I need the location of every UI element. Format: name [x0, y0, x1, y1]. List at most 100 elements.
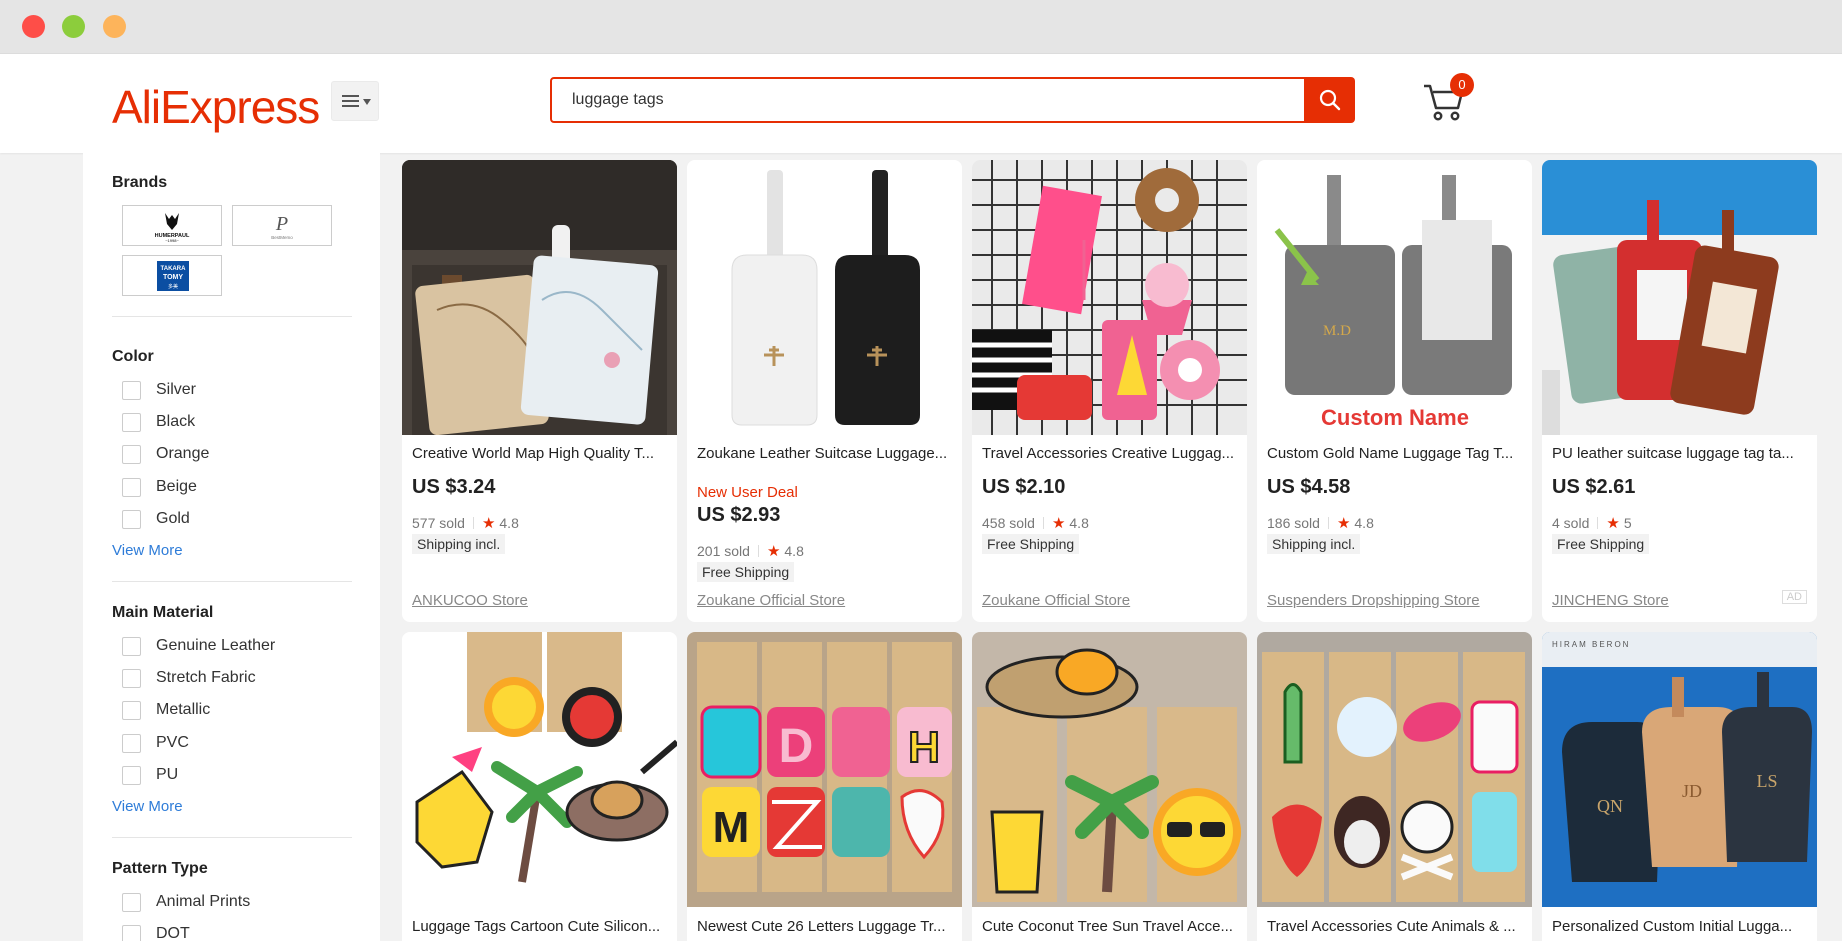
- svg-text:TAKARA: TAKARA: [161, 266, 187, 272]
- takara-tomy-logo: TAKARA TOMY 多美: [157, 260, 189, 291]
- product-title[interactable]: Custom Gold Name Luggage Tag T...: [1267, 445, 1525, 462]
- product-title[interactable]: Travel Accessories Creative Luggag...: [982, 445, 1240, 462]
- product-title[interactable]: PU leather suitcase luggage tag ta...: [1552, 445, 1810, 462]
- product-title[interactable]: Travel Accessories Cute Animals & ...: [1267, 918, 1525, 935]
- checkbox[interactable]: [122, 733, 141, 753]
- store-link[interactable]: ANKUCOO Store: [412, 592, 528, 609]
- product-image[interactable]: [402, 160, 677, 435]
- product-price: US $4.58: [1267, 476, 1351, 498]
- store-link[interactable]: Suspenders Dropshipping Store: [1267, 592, 1480, 609]
- brand-humerpaul[interactable]: HUMERPAUL ~1998~: [122, 205, 222, 246]
- product-title[interactable]: Newest Cute 26 Letters Luggage Tr...: [697, 918, 955, 935]
- store-link[interactable]: Zoukane Official Store: [697, 592, 845, 609]
- brand-takara-tomy[interactable]: TAKARA TOMY 多美: [122, 255, 222, 296]
- close-window-button[interactable]: [22, 15, 45, 38]
- filter-color-orange[interactable]: Orange: [122, 443, 209, 465]
- separator: [1327, 517, 1329, 529]
- product-image[interactable]: HIRAM BERON QN JD LS: [1542, 632, 1817, 907]
- shipping-badge: Shipping incl.: [412, 534, 506, 554]
- material-view-more-link[interactable]: View More: [112, 798, 183, 815]
- categories-menu-button[interactable]: [331, 81, 379, 121]
- product-card[interactable]: M.D Custom Name Custom Gold Name Luggage…: [1257, 160, 1532, 622]
- checkbox[interactable]: [122, 765, 141, 785]
- product-price: US $2.61: [1552, 476, 1636, 498]
- search-button[interactable]: [1305, 77, 1355, 123]
- product-card[interactable]: PU leather suitcase luggage tag ta... US…: [1542, 160, 1817, 622]
- product-meta: 458 sold ★ 4.8: [982, 514, 1089, 532]
- sold-count: 577 sold: [412, 515, 465, 531]
- caret-down-icon: [363, 99, 371, 105]
- star-icon: ★: [1051, 515, 1066, 532]
- sold-count: 186 sold: [1267, 515, 1320, 531]
- minimize-window-button[interactable]: [62, 15, 85, 38]
- store-link[interactable]: JINCHENG Store: [1552, 592, 1669, 609]
- product-meta: 186 sold ★ 4.8: [1267, 514, 1374, 532]
- product-card[interactable]: Creative World Map High Quality T... US …: [402, 160, 677, 622]
- checkbox[interactable]: [122, 892, 141, 912]
- product-image[interactable]: [1542, 160, 1817, 435]
- checkbox[interactable]: [122, 924, 141, 941]
- filter-pattern-animal-prints[interactable]: Animal Prints: [122, 891, 250, 913]
- product-image[interactable]: [972, 160, 1247, 435]
- svg-text:BestMemo: BestMemo: [271, 235, 293, 240]
- aliexpress-logo[interactable]: AliExpress: [112, 80, 320, 134]
- store-link[interactable]: Zoukane Official Store: [982, 592, 1130, 609]
- svg-text:M: M: [713, 803, 750, 852]
- product-card[interactable]: Zoukane Leather Suitcase Luggage... New …: [687, 160, 962, 622]
- product-image[interactable]: [402, 632, 677, 907]
- image-text-jd: JD: [1682, 781, 1702, 801]
- svg-text:H: H: [908, 723, 940, 772]
- divider: [112, 581, 352, 582]
- image-text-custom-name: Custom Name: [1321, 405, 1469, 430]
- product-card[interactable]: Luggage Tags Cartoon Cute Silicon...: [402, 632, 677, 941]
- rating: 5: [1623, 515, 1632, 531]
- shipping-badge: Free Shipping: [697, 562, 795, 582]
- checkbox[interactable]: [122, 444, 141, 464]
- filter-material-genuine-leather[interactable]: Genuine Leather: [122, 635, 275, 657]
- filter-material-pvc[interactable]: PVC: [122, 732, 189, 754]
- filter-material-metallic[interactable]: Metallic: [122, 699, 210, 721]
- checkbox[interactable]: [122, 509, 141, 529]
- filter-material-stretch-fabric[interactable]: Stretch Fabric: [122, 667, 256, 689]
- filter-color-gold[interactable]: Gold: [122, 508, 190, 530]
- image-text-qn: QN: [1597, 796, 1623, 816]
- zoom-window-button[interactable]: [103, 15, 126, 38]
- product-image[interactable]: M.D Custom Name: [1257, 160, 1532, 435]
- filter-color-black[interactable]: Black: [122, 411, 195, 433]
- sold-count: 4 sold: [1552, 515, 1590, 531]
- svg-text:TOMY: TOMY: [163, 274, 183, 281]
- rating: 4.8: [1354, 515, 1374, 531]
- product-price: US $3.24: [412, 476, 496, 498]
- search-input[interactable]: [550, 77, 1306, 123]
- product-title[interactable]: Personalized Custom Initial Lugga...: [1552, 918, 1810, 935]
- checkbox[interactable]: [122, 380, 141, 400]
- product-card[interactable]: Travel Accessories Cute Animals & ...: [1257, 632, 1532, 941]
- rating: 4.8: [784, 543, 804, 559]
- pattern-heading: Pattern Type: [112, 860, 208, 877]
- product-card[interactable]: HIRAM BERON QN JD LS Personalized Custom…: [1542, 632, 1817, 941]
- ad-badge: AD: [1781, 590, 1807, 604]
- product-image[interactable]: D H M: [687, 632, 962, 907]
- product-image[interactable]: [1257, 632, 1532, 907]
- product-card[interactable]: Travel Accessories Creative Luggag... US…: [972, 160, 1247, 622]
- color-view-more-link[interactable]: View More: [112, 542, 183, 559]
- product-title[interactable]: Zoukane Leather Suitcase Luggage...: [697, 445, 955, 462]
- brand-bestmemo[interactable]: P BestMemo: [232, 205, 332, 246]
- checkbox[interactable]: [122, 636, 141, 656]
- product-image[interactable]: [972, 632, 1247, 907]
- checkbox[interactable]: [122, 412, 141, 432]
- shipping-badge: Free Shipping: [1552, 534, 1650, 554]
- checkbox[interactable]: [122, 700, 141, 720]
- checkbox[interactable]: [122, 477, 141, 497]
- filter-material-pu[interactable]: PU: [122, 764, 178, 786]
- product-title[interactable]: Cute Coconut Tree Sun Travel Acce...: [982, 918, 1240, 935]
- product-card[interactable]: D H M Newest Cute 26 Letters Luggage Tr.…: [687, 632, 962, 941]
- filter-color-silver[interactable]: Silver: [122, 379, 196, 401]
- product-image[interactable]: [687, 160, 962, 435]
- product-title[interactable]: Luggage Tags Cartoon Cute Silicon...: [412, 918, 670, 935]
- product-title[interactable]: Creative World Map High Quality T...: [412, 445, 670, 462]
- filter-pattern-dot[interactable]: DOT: [122, 923, 190, 941]
- product-card[interactable]: Cute Coconut Tree Sun Travel Acce...: [972, 632, 1247, 941]
- filter-color-beige[interactable]: Beige: [122, 476, 197, 498]
- checkbox[interactable]: [122, 668, 141, 688]
